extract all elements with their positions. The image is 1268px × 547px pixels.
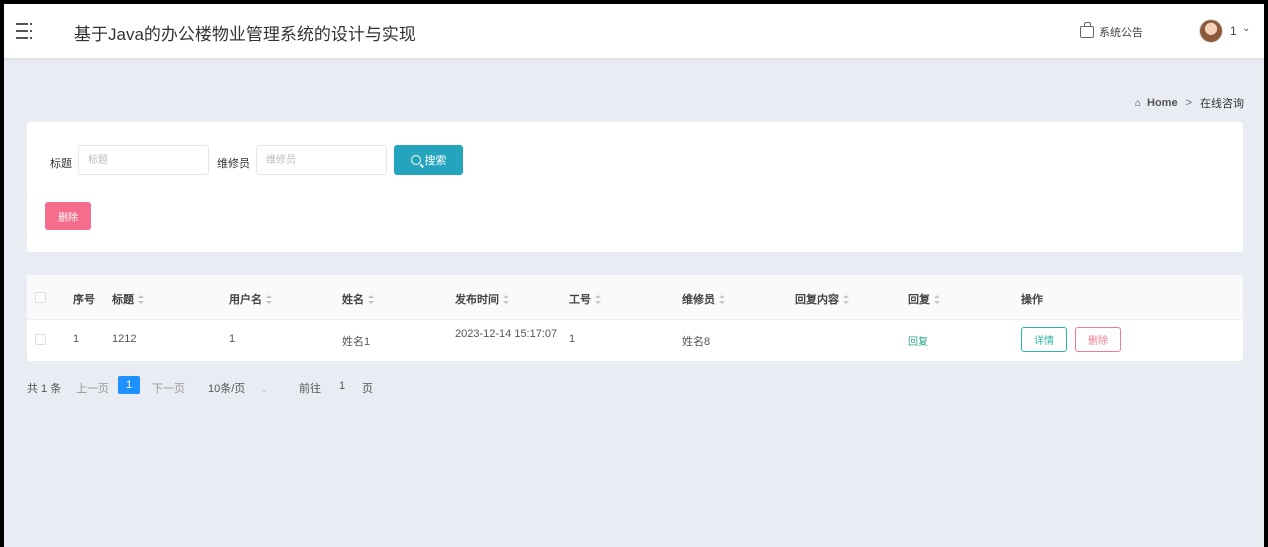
- column-header-reply[interactable]: 回复: [908, 291, 941, 307]
- prev-page-button[interactable]: 上一页: [76, 380, 109, 396]
- column-header-username-label: 用户名: [229, 294, 262, 306]
- column-header-username[interactable]: 用户名: [229, 291, 273, 307]
- column-header-job-no-label: 工号: [569, 294, 591, 306]
- table-header: 序号 标题 用户名 姓名 发布时间 工号 维修员 回复内容 回复 操作: [27, 275, 1243, 320]
- app-frame: 基于Java的办公楼物业管理系统的设计与实现 系统公告 1 ⌄ ⌂ Home >…: [4, 4, 1264, 547]
- sort-icon[interactable]: [503, 295, 510, 304]
- detail-button[interactable]: 详情: [1021, 327, 1067, 352]
- chevron-down-icon: ⌄: [260, 384, 268, 394]
- repairman-search-input[interactable]: [256, 145, 387, 175]
- chevron-down-icon[interactable]: ⌄: [1242, 23, 1250, 34]
- user-avatar[interactable]: [1199, 19, 1223, 43]
- search-icon: [410, 155, 421, 165]
- sort-icon[interactable]: [138, 295, 145, 304]
- goto-label: 前往: [299, 383, 321, 395]
- sort-icon[interactable]: [595, 295, 602, 304]
- column-header-name-label: 姓名: [342, 294, 364, 306]
- system-notice-label: 系统公告: [1099, 27, 1143, 39]
- page-size-value: 10条/页: [208, 383, 246, 395]
- column-header-publish-time[interactable]: 发布时间: [455, 291, 510, 307]
- pagination-total: 共 1 条: [27, 383, 62, 395]
- breadcrumb: ⌂ Home > 在线咨询: [1135, 95, 1244, 111]
- page-suffix-label: 页: [362, 383, 373, 395]
- row-delete-button[interactable]: 删除: [1075, 327, 1121, 352]
- column-header-name[interactable]: 姓名: [342, 291, 375, 307]
- cell-repairman: 姓名8: [682, 336, 711, 348]
- page-number-current[interactable]: 1: [118, 376, 140, 394]
- cell-publish-time: 2023-12-14 15:17:07: [455, 328, 558, 340]
- home-icon: ⌂: [1134, 97, 1141, 109]
- cell-index: 1: [73, 333, 80, 345]
- breadcrumb-current: 在线咨询: [1200, 98, 1244, 110]
- menu-toggle-icon[interactable]: [16, 23, 34, 39]
- next-page-button[interactable]: 下一页: [152, 380, 185, 396]
- top-bar: 基于Java的办公楼物业管理系统的设计与实现 系统公告 1 ⌄: [4, 4, 1264, 58]
- cell-username: 1: [229, 333, 236, 345]
- column-header-reply-content[interactable]: 回复内容: [795, 291, 850, 307]
- breadcrumb-separator: >: [1185, 97, 1192, 109]
- table-row: 1 1212 1 姓名1 2023-12-14 15:17:07 1 姓名8 回…: [27, 320, 1243, 361]
- title-search-input[interactable]: [78, 145, 209, 175]
- notice-icon: [1080, 22, 1094, 38]
- column-header-repairman[interactable]: 维修员: [682, 291, 726, 307]
- row-checkbox[interactable]: [35, 334, 46, 345]
- column-header-job-no[interactable]: 工号: [569, 291, 602, 307]
- repairman-label: 维修员: [217, 158, 250, 170]
- column-header-repairman-label: 维修员: [682, 294, 715, 306]
- column-header-reply-label: 回复: [908, 294, 930, 306]
- data-table: 序号 标题 用户名 姓名 发布时间 工号 维修员 回复内容 回复 操作 1 12…: [27, 275, 1243, 361]
- cell-name: 姓名1: [342, 336, 371, 348]
- sort-icon[interactable]: [934, 295, 941, 304]
- title-label: 标题: [50, 158, 72, 170]
- column-header-reply-content-label: 回复内容: [795, 294, 839, 306]
- cell-job-no: 1: [569, 333, 576, 345]
- goto-page-input[interactable]: 1: [339, 380, 345, 392]
- search-button-label: 搜索: [424, 155, 447, 167]
- sort-icon[interactable]: [843, 295, 850, 304]
- column-header-title[interactable]: 标题: [112, 291, 145, 307]
- column-header-title-label: 标题: [112, 294, 134, 306]
- search-button[interactable]: 搜索: [394, 145, 463, 175]
- system-notice-link[interactable]: 系统公告: [1080, 22, 1143, 40]
- reply-link[interactable]: 回复: [908, 333, 928, 348]
- page-size-select[interactable]: 10条/页 ⌄: [208, 380, 268, 396]
- sort-icon[interactable]: [368, 295, 375, 304]
- search-panel: 标题 维修员 搜索 删除: [27, 122, 1243, 252]
- cell-title: 1212: [112, 333, 137, 345]
- breadcrumb-home[interactable]: Home: [1147, 97, 1178, 109]
- column-header-publish-time-label: 发布时间: [455, 294, 499, 306]
- select-all-checkbox[interactable]: [35, 292, 46, 303]
- sort-icon[interactable]: [266, 295, 273, 304]
- user-name[interactable]: 1: [1230, 24, 1237, 38]
- batch-delete-button[interactable]: 删除: [45, 202, 91, 230]
- sort-icon[interactable]: [719, 295, 726, 304]
- column-header-actions: 操作: [1021, 294, 1043, 306]
- app-title: 基于Java的办公楼物业管理系统的设计与实现: [74, 25, 416, 44]
- column-header-index: 序号: [73, 294, 95, 306]
